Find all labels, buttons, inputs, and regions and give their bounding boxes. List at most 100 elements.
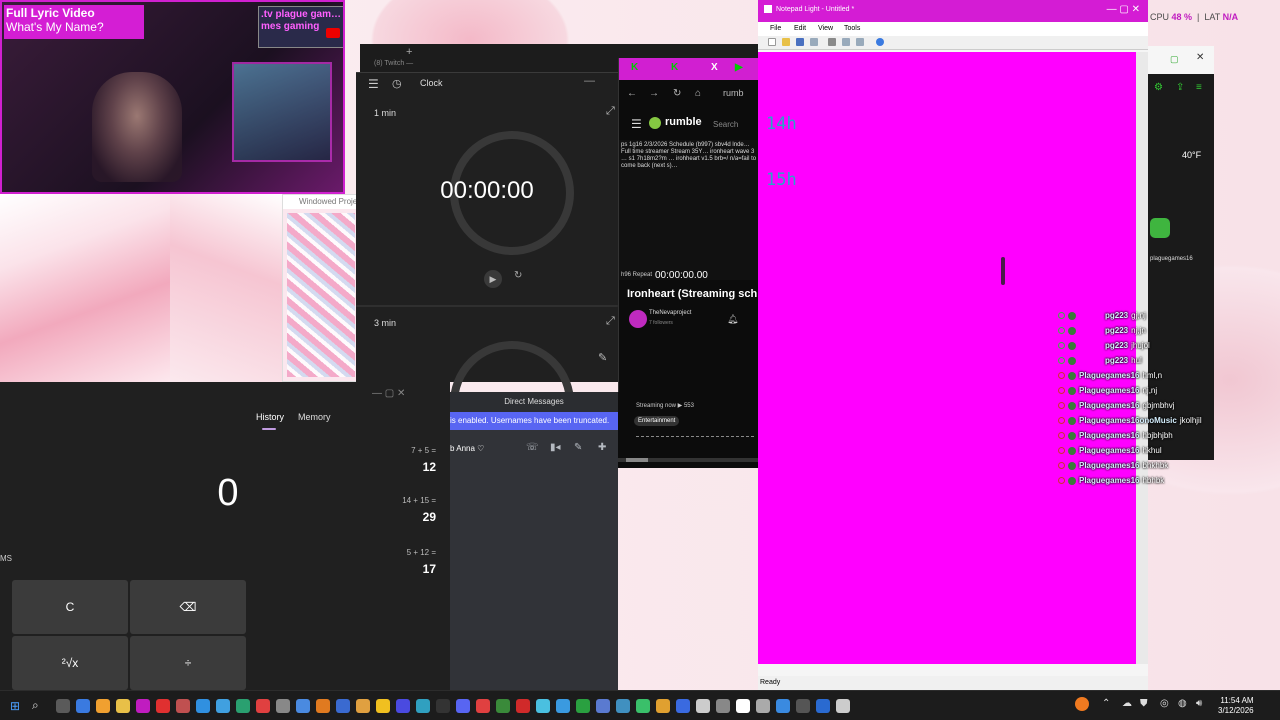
menu-view[interactable]: View xyxy=(818,25,833,32)
app-icon[interactable] xyxy=(536,699,550,713)
app-icon[interactable] xyxy=(396,699,410,713)
system-clock[interactable]: 11:54 AM 3/12/2026 xyxy=(1218,696,1254,716)
app-icon[interactable] xyxy=(696,699,710,713)
start-windows-icon[interactable]: ⊞ xyxy=(10,699,23,713)
history-result[interactable]: 17 xyxy=(336,562,436,576)
calculator-window[interactable]: — ▢ ✕ History Memory 0 MS 7 + 5 = 12 14 … xyxy=(0,382,450,690)
channel-thumbnail[interactable]: .tv plague gam… mes gaming xyxy=(258,6,343,48)
app-icon[interactable] xyxy=(556,699,570,713)
forward-icon[interactable]: → xyxy=(649,88,659,99)
tab-history[interactable]: History xyxy=(256,412,284,422)
call-icon[interactable]: ☏ xyxy=(526,442,539,453)
tray-app-icon[interactable]: ☁ xyxy=(1122,698,1132,709)
history-result[interactable]: 12 xyxy=(336,460,436,474)
hamburger-menu-icon[interactable]: ☰ xyxy=(368,77,379,91)
app-icon-active[interactable] xyxy=(176,699,190,713)
history-expression[interactable]: 14 + 15 = xyxy=(336,496,436,505)
backspace-button[interactable]: ⌫ xyxy=(130,580,246,634)
memory-store-button[interactable]: MS xyxy=(0,554,12,563)
tray-app-icon[interactable]: ◎ xyxy=(1160,698,1169,709)
expand-icon-2[interactable]: ⤢ xyxy=(606,315,615,328)
channel-avatar[interactable] xyxy=(629,310,647,328)
file-explorer-icon[interactable] xyxy=(96,699,110,713)
app-icon[interactable] xyxy=(416,699,430,713)
reload-icon[interactable]: ↻ xyxy=(673,88,681,99)
app-icon[interactable] xyxy=(196,699,210,713)
tab-memory[interactable]: Memory xyxy=(298,412,331,422)
app-icon[interactable] xyxy=(136,699,150,713)
edit-pencil-icon[interactable]: ✎ xyxy=(598,351,607,364)
notification-icon[interactable] xyxy=(1075,697,1089,711)
app-icon[interactable] xyxy=(376,699,390,713)
history-expression[interactable]: 5 + 12 = xyxy=(336,548,436,557)
menu-icon[interactable]: ☰ xyxy=(631,117,642,131)
menu-icon-2[interactable]: ≡ xyxy=(1196,82,1202,93)
network-icon[interactable]: ◍ xyxy=(1178,698,1187,709)
app-icon[interactable] xyxy=(716,699,730,713)
app-icon[interactable] xyxy=(756,699,770,713)
address-bar[interactable]: rumb xyxy=(723,88,744,98)
widget-titlebar[interactable]: ▢ ✕ xyxy=(1148,46,1214,74)
browser-tab-strip[interactable]: K K X ▶ xyxy=(619,58,759,80)
back-icon[interactable]: ← xyxy=(627,88,637,99)
lyric-video-player[interactable]: Full Lyric Video What's My Name? .tv pla… xyxy=(0,0,345,194)
menu-edit[interactable]: Edit xyxy=(794,25,806,32)
app-icon[interactable] xyxy=(296,699,310,713)
app-icon[interactable] xyxy=(636,699,650,713)
tray-app-icon[interactable]: ⛊ xyxy=(1140,698,1148,709)
paste-icon[interactable] xyxy=(856,38,864,46)
window-controls[interactable]: — ▢ ✕ xyxy=(1107,4,1140,15)
discord-icon[interactable] xyxy=(456,699,470,713)
divide-button[interactable]: ÷ xyxy=(130,636,246,690)
minimize-icon[interactable]: — xyxy=(584,75,595,87)
app-icon[interactable] xyxy=(816,699,830,713)
history-result[interactable]: 29 xyxy=(336,510,436,524)
square-root-button[interactable]: ²√x xyxy=(12,636,128,690)
menu-tools[interactable]: Tools xyxy=(844,25,860,32)
scrollbar-thumb[interactable] xyxy=(626,458,648,462)
app-icon[interactable] xyxy=(476,699,490,713)
app-icon[interactable] xyxy=(516,699,530,713)
kick-tab-icon[interactable]: K xyxy=(631,62,645,76)
app-icon[interactable] xyxy=(336,699,350,713)
copy-icon[interactable] xyxy=(842,38,850,46)
history-expression[interactable]: 7 + 5 = xyxy=(336,446,436,455)
channel-name[interactable]: TheNevaproject xyxy=(649,310,691,316)
twitch-tab-label[interactable]: (8) Twitch — xyxy=(374,60,413,67)
folder-icon[interactable] xyxy=(116,699,130,713)
app-icon[interactable] xyxy=(576,699,590,713)
task-view-icon[interactable] xyxy=(56,699,70,713)
maximize-icon[interactable]: ▢ xyxy=(1170,54,1179,65)
volume-icon[interactable]: 🔊︎ xyxy=(1196,698,1202,709)
add-friend-icon[interactable]: ✚ xyxy=(598,442,606,453)
app-icon[interactable] xyxy=(496,699,510,713)
app-icon[interactable] xyxy=(796,699,810,713)
rumble-logo[interactable]: rumble xyxy=(665,116,702,128)
app-icon[interactable] xyxy=(596,699,610,713)
share-icon[interactable]: ⇪ xyxy=(1176,82,1184,93)
expand-icon[interactable]: ⤢ xyxy=(606,105,615,118)
clock-window[interactable]: ☰ ◷ Clock — 1 min ⤢ 00:00:00 ▶ ↻ 3 min ⤢… xyxy=(356,72,618,465)
contact-name[interactable]: b Anna ♡ xyxy=(450,444,484,453)
new-file-icon[interactable] xyxy=(768,38,776,46)
clear-button[interactable]: C xyxy=(12,580,128,634)
new-tab-icon[interactable]: + xyxy=(406,46,412,58)
kick-tab-icon-2[interactable]: K xyxy=(671,62,685,76)
x-tab-icon[interactable]: X xyxy=(711,62,725,76)
notepad-titlebar[interactable]: Notepad Light - Untitled * — ▢ ✕ xyxy=(758,0,1148,22)
discord-window[interactable]: Direct Messages is enabled. Usernames ha… xyxy=(450,392,618,690)
home-icon[interactable]: ⌂ xyxy=(695,88,701,99)
bell-icon[interactable]: 🔔︎ xyxy=(727,314,738,325)
app-icon[interactable] xyxy=(356,699,370,713)
reset-icon[interactable]: ↻ xyxy=(514,270,522,281)
close-icon[interactable]: ✕ xyxy=(1196,52,1204,63)
notepad-taskbar-icon[interactable] xyxy=(736,699,750,713)
tray-chevron-icon[interactable]: ⌃ xyxy=(1102,698,1110,709)
windowed-projector[interactable]: Windowed Project… xyxy=(282,194,371,382)
app-icon[interactable] xyxy=(616,699,630,713)
window-controls-calc[interactable]: — ▢ ✕ xyxy=(372,388,405,399)
app-icon[interactable] xyxy=(236,699,250,713)
menu-file[interactable]: File xyxy=(770,25,781,32)
dm-contact-row[interactable]: b Anna ♡ ☏ ▮◂ ✎ ✚ xyxy=(450,436,618,462)
app-icon[interactable] xyxy=(216,699,230,713)
